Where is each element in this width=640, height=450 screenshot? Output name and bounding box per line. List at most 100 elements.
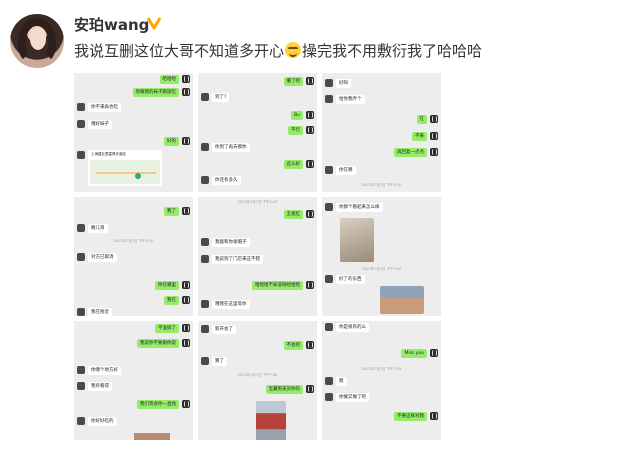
username[interactable]: 安珀wang xyxy=(74,14,149,35)
contact-avatar xyxy=(182,296,190,304)
contact-avatar xyxy=(77,366,85,374)
chat-bubble: 撤了吧 xyxy=(283,77,303,86)
chat-bubble: 你跟我的妹子跑饭吃 xyxy=(132,88,179,97)
location-title: 上海建业里嘉佩乐酒店 xyxy=(91,152,126,156)
contact-avatar xyxy=(201,300,209,308)
chat-bubble: 我在附近 xyxy=(88,308,112,316)
contact-avatar xyxy=(77,253,85,261)
contact-avatar xyxy=(201,238,209,246)
image-tile[interactable]: 不准搞了 我说你不要跟你说 你哪个地方好 我有看得 我们等会你一直找 你好好吃的 xyxy=(74,321,193,440)
chat-bubble: 我能和你发帽子 xyxy=(212,238,250,247)
chat-bubble: 不来 xyxy=(412,132,427,141)
contact-avatar xyxy=(182,324,190,332)
contact-avatar xyxy=(306,385,314,393)
chat-bubble: 算了 xyxy=(212,357,227,366)
chat-timestamp: 2021年7月7日 下午4:20 xyxy=(113,239,154,243)
contact-avatar xyxy=(430,132,438,140)
chat-bubble: 我在 xyxy=(164,296,179,305)
chat-bubble: 不准搞了 xyxy=(155,324,179,333)
contact-avatar xyxy=(306,111,314,119)
chat-bubble: 你好好吃的 xyxy=(88,417,117,426)
chat-bubble: 你不来再也吃 xyxy=(88,103,121,112)
image-tile[interactable]: 新开会了 不会吧 算了 2021年7月7日 下午7:40 宝藏男孩买你的 xyxy=(198,321,317,440)
contact-avatar xyxy=(430,115,438,123)
contact-avatar xyxy=(325,393,333,401)
contact-avatar xyxy=(325,275,333,283)
chat-bubble: 喔儿哥 xyxy=(88,224,108,233)
contact-avatar xyxy=(325,95,333,103)
chat-timestamp: 2021年7月7日 下午4:30 xyxy=(361,183,402,187)
contact-avatar xyxy=(306,126,314,134)
map-thumbnail xyxy=(90,160,160,184)
chat-bubble: 在 xyxy=(416,115,427,124)
chat-bubble: 你在哪里 xyxy=(155,281,179,290)
contact-avatar xyxy=(306,160,314,168)
photo-attachment xyxy=(380,286,424,314)
image-tile[interactable]: 2021年7月7日 下午4:43 王发红 我能和你发帽子 我说到了门店来这不错 … xyxy=(198,197,317,316)
chat-bubble: 我说到了门店来这不错 xyxy=(212,255,263,264)
chat-timestamp: 2021年7月7日 下午7:40 xyxy=(237,373,278,377)
chat-bubble: 我了 xyxy=(164,207,179,216)
contact-avatar xyxy=(325,79,333,87)
image-tile[interactable]: 哈哈哈 你跟我的妹子跑饭吃 你不来再也吃 哦好妹子 好的 上海建业里嘉佩乐酒店 xyxy=(74,73,193,192)
contact-avatar xyxy=(306,210,314,218)
contact-avatar xyxy=(430,412,438,420)
chat-bubble: 好的 xyxy=(164,137,179,146)
contact-avatar xyxy=(325,166,333,174)
contact-avatar xyxy=(430,148,438,156)
contact-avatar xyxy=(77,151,85,159)
map-pin-icon xyxy=(135,173,141,179)
image-tile[interactable]: 好呀 给你我弄个 在 不来 再回复一点点 你在哪 2021年7月7日 下午4:3… xyxy=(322,73,441,192)
map-road xyxy=(96,172,156,174)
chat-bubble: 你那个看起来怎么样 xyxy=(336,203,383,212)
chat-bubble: 哈哈哈不知道呀哈哈哈 xyxy=(252,281,303,290)
chat-bubble: 王发红 xyxy=(283,210,303,219)
chat-bubble: 你到了再去摸你 xyxy=(212,143,250,152)
chat-bubble: 你是很有的么 xyxy=(336,323,369,332)
photo-attachment xyxy=(134,433,170,440)
contact-avatar xyxy=(325,323,333,331)
chat-bubble: 宝藏男孩买你的 xyxy=(265,385,303,394)
contact-avatar xyxy=(182,400,190,408)
chat-bubble: 对方已取消 xyxy=(88,253,117,262)
image-tile[interactable]: 你那个看起来怎么样 2021年7月7日 下午5:40 好了的东西 xyxy=(322,197,441,316)
contact-avatar xyxy=(201,143,209,151)
verified-badge-icon xyxy=(147,17,161,30)
image-grid: 哈哈哈 你跟我的妹子跑饭吃 你不来再也吃 哦好妹子 好的 上海建业里嘉佩乐酒店 … xyxy=(74,73,441,440)
chat-bubble: 我们等会你一直找 xyxy=(137,400,179,409)
contact-avatar xyxy=(306,77,314,85)
contact-avatar xyxy=(182,339,190,347)
chat-bubble: 这么好 xyxy=(283,160,303,169)
photo-attachment xyxy=(340,218,374,262)
contact-avatar xyxy=(77,382,85,390)
contact-avatar xyxy=(201,357,209,365)
avatar[interactable] xyxy=(10,14,64,68)
contact-avatar xyxy=(77,308,85,316)
contact-avatar xyxy=(325,377,333,385)
contact-avatar xyxy=(306,281,314,289)
contact-avatar xyxy=(182,75,190,83)
chat-bubble: 嗯 xyxy=(336,377,347,386)
chat-bubble: 不要这样对我 xyxy=(394,412,427,421)
contact-avatar xyxy=(182,137,190,145)
chat-bubble: 不行 xyxy=(288,126,303,135)
image-tile[interactable]: 我了 喔儿哥 2021年7月7日 下午4:20 对方已取消 你在哪里 我在 我在… xyxy=(74,197,193,316)
contact-avatar xyxy=(201,255,209,263)
contact-avatar xyxy=(77,417,85,425)
image-tile[interactable]: 你是很有的么 Miss you 2021年7月7日 下午7:55 嗯 你做又做了… xyxy=(322,321,441,440)
chat-bubble: 新开会了 xyxy=(212,325,236,334)
image-tile[interactable]: 撤了吧 到了? Bu 不行 你到了再去摸你 这么好 你还有多久 xyxy=(198,73,317,192)
contact-avatar xyxy=(182,281,190,289)
chat-timestamp: 2021年7月7日 下午7:55 xyxy=(361,367,402,371)
chat-bubble: Bu xyxy=(291,111,303,120)
contact-avatar xyxy=(306,341,314,349)
post-text-after: 操完我不用敷衍我了哈哈哈 xyxy=(302,42,483,60)
chat-bubble: 你在哪 xyxy=(336,166,356,175)
chat-timestamp: 2021年7月7日 下午4:43 xyxy=(237,200,278,204)
avatar-face xyxy=(30,28,46,50)
grinning-emoji xyxy=(285,42,302,58)
contact-avatar xyxy=(201,176,209,184)
post-text-before: 我说互删这位大哥不知道多开心 xyxy=(74,42,285,60)
contact-avatar xyxy=(77,224,85,232)
contact-avatar xyxy=(77,120,85,128)
